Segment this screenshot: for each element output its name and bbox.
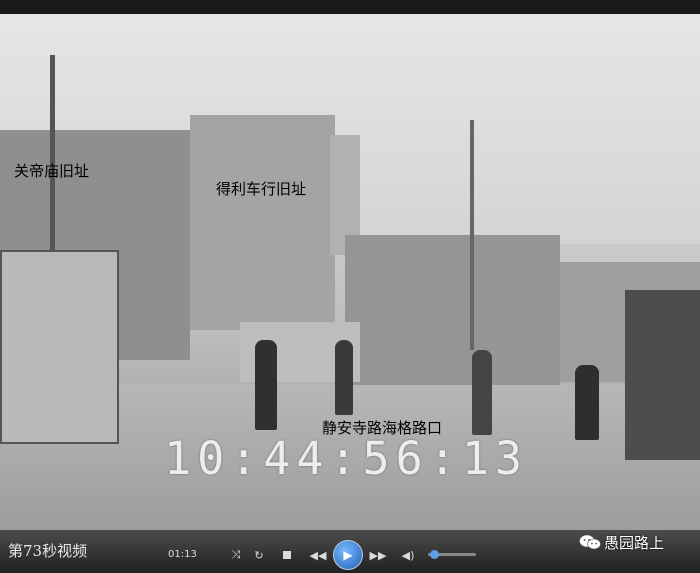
next-button[interactable]: ▶▶ <box>368 547 388 563</box>
video-frame[interactable]: 关帝庙旧址 得利车行旧址 静安寺路海格路口 10:44:56:13 <box>0 0 700 530</box>
shuffle-icon: ⤨ <box>231 548 241 561</box>
mute-button[interactable]: ◀) <box>400 547 416 563</box>
pedestrian <box>255 340 277 430</box>
wechat-icon <box>579 534 601 550</box>
pedestrian <box>575 365 599 440</box>
elapsed-time: 01:13 <box>168 549 197 560</box>
caption-temple-site: 关帝庙旧址 <box>14 162 90 180</box>
play-button[interactable]: ▶ <box>333 540 363 570</box>
repeat-button[interactable]: ↻ <box>251 547 267 563</box>
speaker-icon: ◀) <box>401 548 415 562</box>
building-center <box>190 115 335 330</box>
player-window: 关帝庙旧址 得利车行旧址 静安寺路海格路口 10:44:56:13 第73秒视频… <box>0 0 700 573</box>
tram <box>0 250 119 444</box>
utility-pole-right <box>470 120 474 350</box>
utility-pole-left <box>50 55 55 255</box>
volume-slider-knob[interactable] <box>429 550 439 559</box>
clip-label: 第73秒视频 <box>8 542 88 560</box>
truck <box>625 290 700 460</box>
pedestrian <box>335 340 353 415</box>
pedestrian <box>472 350 492 435</box>
rewind-icon: ◀◀ <box>309 548 327 562</box>
play-icon: ▶ <box>343 548 353 562</box>
watermark-text: 愚园路上 <box>604 534 665 552</box>
stop-button[interactable] <box>279 547 295 563</box>
repeat-icon: ↻ <box>254 548 264 562</box>
shuffle-button[interactable]: ⤨ <box>228 547 244 563</box>
stop-icon <box>283 551 291 559</box>
fast-forward-icon: ▶▶ <box>369 548 387 562</box>
video-top-border <box>0 0 700 14</box>
video-timestamp: 10:44:56:13 <box>164 432 529 485</box>
caption-shop-site: 得利车行旧址 <box>216 180 307 198</box>
building-right <box>345 235 560 385</box>
previous-button[interactable]: ◀◀ <box>308 547 328 563</box>
